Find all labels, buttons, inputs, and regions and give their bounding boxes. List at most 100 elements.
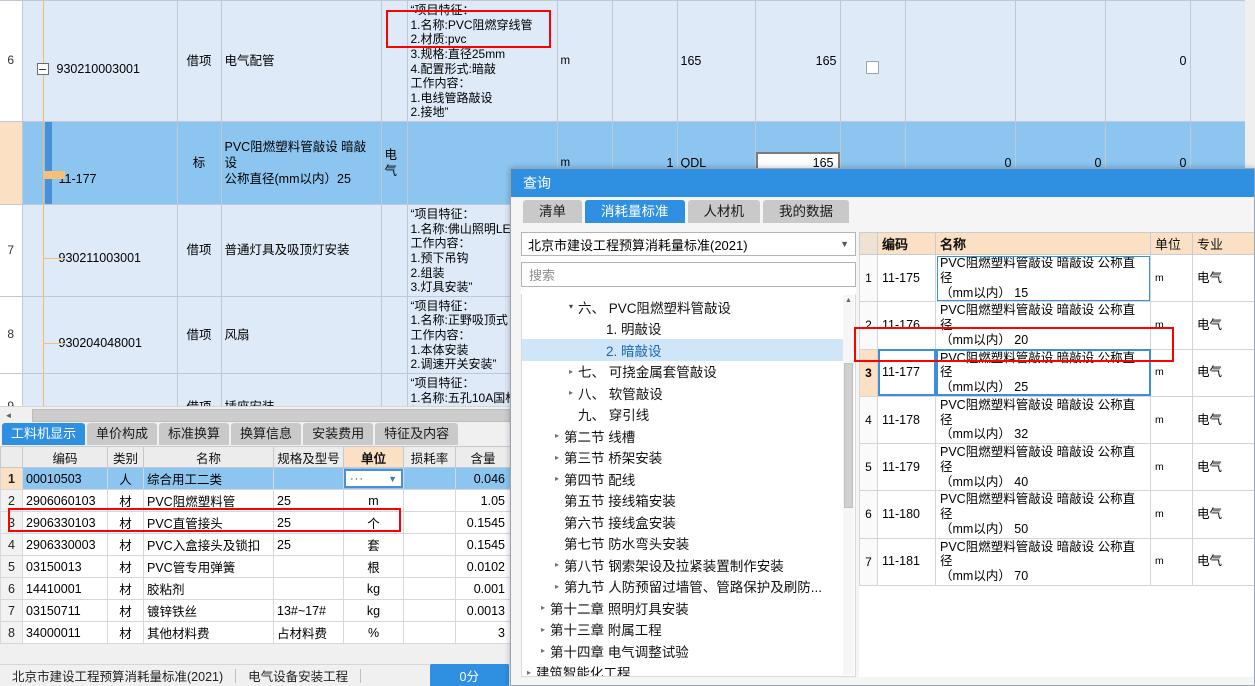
table-row[interactable]: 6 11-180 PVC阻燃塑料管敲设 暗敲设 公称直径 （mm以内） 50 m… (859, 490, 1254, 539)
table-row[interactable]: 3 2906330103 材 PVC直管接头 25 个 0.1545 2 (0, 511, 515, 534)
scrollbar-thumb[interactable] (844, 363, 853, 508)
table-row[interactable]: 4 2906330003 材 PVC入盒接头及锁扣 25 套 0.1545 2 (0, 533, 515, 556)
chevron-right-icon[interactable]: ▸ (536, 625, 550, 634)
unit-dropdown-editor[interactable]: ··· ▼ (344, 469, 403, 488)
tree-node[interactable]: ▸ 第九节 人防预留过墙管、管路保护及刷防... (522, 576, 855, 598)
tree-collapse-icon[interactable]: − (36, 63, 49, 75)
row-code-cell[interactable]: 11-177 (21, 121, 178, 205)
col-category[interactable]: 类别 (107, 446, 144, 468)
scroll-up-arrow[interactable]: ▲ (843, 295, 854, 306)
table-row[interactable]: 6 14410001 材 胶粘剂 kg 0.001 (0, 577, 515, 600)
tree-node[interactable]: ▸ 第八节 钢索架设及拉紧装置制作安装 (522, 554, 855, 576)
chevron-right-icon[interactable]: ▸ (536, 603, 550, 612)
score-button[interactable]: 0分 (429, 664, 509, 686)
tab-unit-price-composition[interactable]: 单价构成 (87, 423, 158, 445)
tab-standard-conversion[interactable]: 标准换算 (159, 423, 230, 445)
table-row[interactable]: 2 11-176 PVC阻燃塑料管敲设 暗敲设 公称直径 （mm以内） 20 m… (859, 301, 1254, 350)
chevron-right-icon[interactable]: ▸ (522, 668, 536, 676)
tree-node[interactable]: ▾ 六、 PVC阻燃塑料管敲设 (522, 296, 855, 318)
tab-conversion-info[interactable]: 换算信息 (231, 423, 302, 445)
resource-loss-rate (403, 621, 456, 644)
item-name: 普通灯具及吸顶灯安装 (220, 204, 382, 297)
table-row[interactable]: 1 11-175 PVC阻燃塑料管敲设 暗敲设 公称直径 （mm以内） 15 m… (859, 253, 1254, 303)
tree-node-selected[interactable]: ▸ 2. 暗敲设 (522, 339, 855, 361)
col-code[interactable]: 编码 (877, 232, 936, 255)
chevron-down-icon[interactable]: ▾ (564, 302, 578, 311)
chevron-right-icon[interactable]: ▸ (564, 388, 578, 397)
checkbox[interactable] (866, 60, 879, 74)
row-code-cell[interactable]: − 930210003001 (21, 0, 178, 122)
row-number: 5 (859, 442, 878, 492)
tree-node[interactable]: ▸ 1. 明敲设 (522, 318, 855, 340)
tab-consumption-standard[interactable]: 消耗量标准 (585, 200, 685, 223)
chevron-right-icon[interactable]: ▸ (536, 646, 550, 655)
tab-feature-content[interactable]: 特征及内容 (375, 423, 459, 445)
standard-tree[interactable]: ▾ 六、 PVC阻燃塑料管敲设 ▸ 1. 明敲设 ▸ 2. 暗敲设 ▸ 七、 可… (521, 294, 856, 677)
col-content[interactable]: 含量 (455, 446, 511, 468)
col-loss-rate[interactable]: 损耗率 (403, 446, 456, 468)
chevron-down-icon[interactable]: ▼ (840, 239, 849, 249)
item-checkbox-cell[interactable] (839, 0, 906, 122)
tree-node[interactable]: ▸ 第十四章 电气调整试验 (522, 640, 855, 662)
table-row[interactable]: 8 34000011 材 其他材料费 占材料费 % 3 (0, 621, 515, 644)
dialog-tabs[interactable]: 清单 消耗量标准 人材机 我的数据 (511, 197, 1254, 223)
tree-node[interactable]: ▸ 第十二章 照明灯具安装 (522, 597, 855, 619)
chevron-right-icon[interactable]: ▸ (564, 367, 578, 376)
tree-node[interactable]: ▸ 九、 穿引线 (522, 404, 855, 426)
tree-vertical-scrollbar[interactable]: ▲ (843, 295, 854, 675)
chevron-down-icon[interactable]: ▼ (388, 474, 397, 484)
chevron-right-icon[interactable]: ▸ (550, 431, 564, 440)
standard-select[interactable]: 北京市建设工程预算消耗量标准(2021) ▼ (521, 232, 856, 256)
item-spec (380, 0, 408, 122)
col-code[interactable]: 编码 (22, 446, 108, 468)
tab-labor-material-machine[interactable]: 工料机显示 (2, 423, 86, 445)
col-spec-model[interactable]: 规格及型号 (273, 446, 344, 468)
search-input[interactable]: 搜索 (521, 262, 856, 287)
table-row[interactable]: 5 11-179 PVC阻燃塑料管敲设 暗敲设 公称直径 （mm以内） 40 m… (859, 442, 1254, 492)
tree-node[interactable]: ▸ 第七节 防水弯头安装 (522, 533, 855, 555)
chevron-right-icon[interactable]: ▸ (550, 560, 564, 569)
table-row[interactable]: 7 03150711 材 镀锌铁丝 13#~17# kg 0.0013 (0, 599, 515, 622)
col-unit[interactable]: 单位 (343, 446, 404, 468)
table-row[interactable]: 6 − 930210003001 借项 电气配管 “项目特征： 1.名称:PVC… (0, 0, 1255, 122)
table-row[interactable]: 7 11-181 PVC阻燃塑料管敲设 暗敲设 公称直径 （mm以内） 70 m… (859, 537, 1254, 586)
chevron-right-icon[interactable]: ▸ (550, 474, 564, 483)
resource-code: 03150013 (22, 555, 108, 578)
scroll-left-arrow[interactable]: ◄ (0, 406, 17, 424)
row-number: 3 (859, 348, 878, 397)
col-profession[interactable]: 专业 (1192, 232, 1254, 255)
tree-node[interactable]: ▸ 第十三章 附属工程 (522, 619, 855, 641)
tree-node[interactable]: ▸ 第五节 接线箱安装 (522, 490, 855, 512)
tab-my-data[interactable]: 我的数据 (763, 200, 849, 223)
tree-node[interactable]: ▸ 七、 可挠金属套管敲设 (522, 361, 855, 383)
standard-unit: m (1150, 442, 1193, 492)
resource-panel-tabs[interactable]: 工料机显示 单价构成 标准换算 换算信息 安装费用 特征及内容 (0, 423, 515, 446)
standard-name: PVC阻燃塑料管敲设 暗敲设 公称直径 （mm以内） 20 (935, 301, 1151, 350)
table-row-selected[interactable]: 3 11-177 PVC阻燃塑料管敲设 暗敲设 公称直径 （mm以内） 25 m… (859, 348, 1254, 397)
tab-labor-material-machine[interactable]: 人材机 (687, 200, 760, 223)
chevron-right-icon[interactable]: ▸ (550, 582, 564, 591)
table-row[interactable]: 2 2906060103 材 PVC阻燃塑料管 25 m 1.05 (0, 489, 515, 512)
tree-node[interactable]: ▸ 第四节 配线 (522, 468, 855, 490)
resource-table-head: 编码 类别 名称 规格及型号 单位 损耗率 含量 数 (0, 446, 515, 468)
tree-node[interactable]: ▸ 第三节 桥架安装 (522, 447, 855, 469)
tree-node[interactable]: ▸ 八、 软管敲设 (522, 382, 855, 404)
table-row[interactable]: 4 11-178 PVC阻燃塑料管敲设 暗敲设 公称直径 （mm以内） 32 m… (859, 395, 1254, 445)
tree-node[interactable]: ▸ 第二节 线槽 (522, 425, 855, 447)
row-code-cell[interactable]: 930204048001 (21, 295, 178, 374)
table-row[interactable]: 5 03150013 材 PVC管专用弹簧 根 0.0102 (0, 555, 515, 578)
tab-installation-fee[interactable]: 安装费用 (303, 423, 374, 445)
col-name[interactable]: 名称 (935, 232, 1151, 255)
standard-items-body: 1 11-175 PVC阻燃塑料管敲设 暗敲设 公称直径 （mm以内） 15 m… (859, 253, 1254, 586)
col-name[interactable]: 名称 (143, 446, 274, 468)
row-code-cell[interactable]: 930204032001 (21, 372, 178, 406)
col-unit[interactable]: 单位 (1150, 232, 1193, 255)
table-row-selected[interactable]: 1 00010503 人 综合用工二类 ··· ▼ 0.046 (0, 467, 515, 490)
resource-loss-rate (403, 599, 456, 622)
chevron-right-icon[interactable]: ▸ (550, 453, 564, 462)
row-code-cell[interactable]: 930211003001 (21, 204, 178, 297)
tree-node[interactable]: ▸ 第六节 接线盒安装 (522, 511, 855, 533)
tab-bill-list[interactable]: 清单 (523, 200, 582, 223)
resource-unit-cell[interactable]: ··· ▼ (343, 467, 404, 490)
tree-node[interactable]: ▸ 建筑智能化工程 (522, 662, 855, 676)
